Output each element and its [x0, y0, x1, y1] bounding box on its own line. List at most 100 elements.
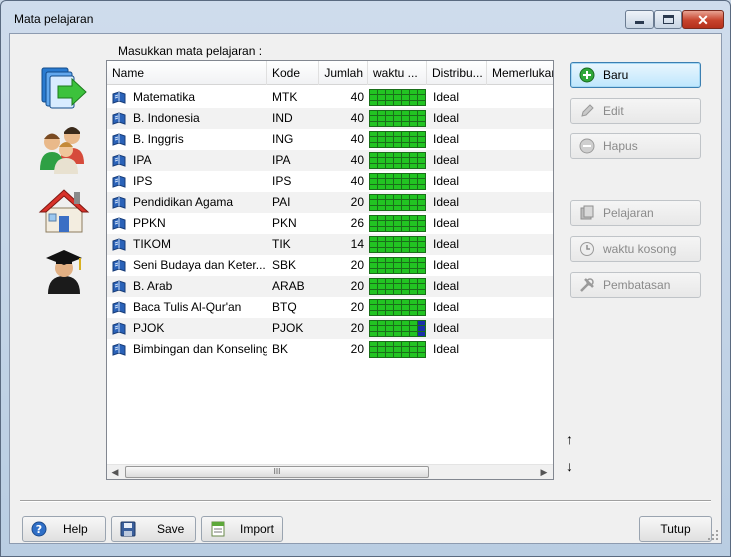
- close-window-button[interactable]: ✕: [682, 10, 724, 29]
- time-slot: [418, 132, 425, 137]
- time-slot: [402, 352, 409, 357]
- constraints-button[interactable]: Pembatasan: [570, 272, 701, 298]
- subject-book-icon: [112, 217, 126, 230]
- time-slot: [410, 279, 417, 284]
- table-row[interactable]: B. Inggris ING 40 Ideal: [107, 129, 553, 150]
- time-slot: [378, 263, 385, 268]
- time-slot: [378, 132, 385, 137]
- subjects-transfer-icon[interactable]: [38, 64, 90, 114]
- subject-name: B. Arab: [133, 279, 173, 293]
- title-bar[interactable]: Mata pelajaran ✕: [1, 1, 730, 33]
- time-slot: [378, 111, 385, 116]
- time-slot: [370, 279, 377, 284]
- table-row[interactable]: B. Indonesia IND 40 Ideal: [107, 108, 553, 129]
- scroll-thumb[interactable]: III: [125, 466, 429, 478]
- cell-count: 26: [350, 216, 364, 230]
- subject-book-icon: [112, 322, 126, 335]
- time-slot: [402, 163, 409, 168]
- help-button[interactable]: ? Help: [22, 516, 106, 542]
- new-button[interactable]: Baru: [570, 62, 701, 88]
- time-slot: [418, 116, 425, 121]
- table-row[interactable]: Seni Budaya dan Keter... SBK 20 Ideal: [107, 255, 553, 276]
- time-slot: [386, 237, 393, 242]
- time-slot: [410, 205, 417, 210]
- table-row[interactable]: Pendidikan Agama PAI 20 Ideal: [107, 192, 553, 213]
- time-slot: [418, 331, 425, 336]
- time-slot: [402, 95, 409, 100]
- table-row[interactable]: IPA IPA 40 Ideal: [107, 150, 553, 171]
- time-slot: [418, 321, 425, 326]
- time-slot: [394, 184, 401, 189]
- time-slot: [394, 163, 401, 168]
- time-slot: [386, 121, 393, 126]
- cell-count: 20: [350, 342, 364, 356]
- subjects-table[interactable]: Name Kode Jumlah waktu ... Distribu... M…: [106, 60, 554, 480]
- teachers-group-icon[interactable]: [38, 124, 90, 174]
- lessons-button[interactable]: Pelajaran: [570, 200, 701, 226]
- minimize-button[interactable]: [625, 10, 654, 29]
- time-slot: [394, 347, 401, 352]
- time-slot: [394, 179, 401, 184]
- graduate-icon[interactable]: [38, 246, 90, 296]
- table-row[interactable]: IPS IPS 40 Ideal: [107, 171, 553, 192]
- move-down-arrow-icon[interactable]: ↓: [566, 458, 573, 474]
- horizontal-scrollbar[interactable]: ◀ III ▶: [107, 464, 553, 479]
- delete-button[interactable]: Hapus: [570, 133, 701, 159]
- cell-count: 20: [350, 258, 364, 272]
- time-slot: [378, 284, 385, 289]
- column-header-distribusi[interactable]: Distribu...: [427, 61, 487, 85]
- move-up-arrow-icon[interactable]: ↑: [566, 431, 573, 447]
- time-slot: [410, 95, 417, 100]
- cell-code: IND: [272, 111, 293, 125]
- column-header-kode[interactable]: Kode: [267, 61, 319, 85]
- column-header-waktu[interactable]: waktu ...: [368, 61, 427, 85]
- time-slot: [386, 300, 393, 305]
- table-row[interactable]: Matematika MTK 40 Ideal: [107, 87, 553, 108]
- time-slot: [402, 132, 409, 137]
- time-slot: [402, 242, 409, 247]
- edit-button[interactable]: Edit: [570, 98, 701, 124]
- table-row[interactable]: PPKN PKN 26 Ideal: [107, 213, 553, 234]
- time-availability-bar: [369, 341, 426, 358]
- scroll-right-arrow-icon[interactable]: ▶: [536, 465, 552, 479]
- column-header-name[interactable]: Name: [107, 61, 267, 85]
- time-slot: [410, 305, 417, 310]
- time-slot: [418, 221, 425, 226]
- cell-distribution: Ideal: [433, 342, 460, 356]
- table-row[interactable]: PJOK PJOK 20 Ideal: [107, 318, 553, 339]
- free-time-button[interactable]: waktu kosong: [570, 236, 701, 262]
- time-slot: [394, 174, 401, 179]
- cell-distribution: Ideal: [433, 132, 460, 146]
- time-slot: [410, 352, 417, 357]
- time-slot: [386, 132, 393, 137]
- table-row[interactable]: Baca Tulis Al-Qur'an BTQ 20 Ideal: [107, 297, 553, 318]
- resize-grip-icon[interactable]: [707, 529, 719, 541]
- close-button[interactable]: Tutup: [639, 516, 712, 542]
- time-availability-bar: [369, 131, 426, 148]
- cell-distribution: Ideal: [433, 174, 460, 188]
- time-slot: [410, 100, 417, 105]
- save-disk-icon: [120, 521, 136, 537]
- time-slot: [370, 111, 377, 116]
- save-button-label: Save: [157, 522, 185, 536]
- column-header-memerlukan[interactable]: Memerlukan: [487, 61, 553, 85]
- import-button[interactable]: Import: [201, 516, 283, 542]
- table-row[interactable]: Bimbingan dan Konseling BK 20 Ideal: [107, 339, 553, 360]
- time-slot: [370, 221, 377, 226]
- school-house-icon[interactable]: [38, 186, 90, 236]
- time-slot: [402, 263, 409, 268]
- time-slot: [378, 179, 385, 184]
- scroll-left-arrow-icon[interactable]: ◀: [107, 465, 123, 479]
- table-row[interactable]: TIKOM TIK 14 Ideal: [107, 234, 553, 255]
- column-header-jumlah[interactable]: Jumlah: [319, 61, 368, 85]
- maximize-button[interactable]: [654, 10, 682, 29]
- import-sheet-icon: [210, 521, 226, 537]
- table-row[interactable]: B. Arab ARAB 20 Ideal: [107, 276, 553, 297]
- subject-book-icon: [112, 112, 126, 125]
- subject-book-icon: [112, 301, 126, 314]
- time-slot: [378, 200, 385, 205]
- time-slot: [394, 326, 401, 331]
- time-slot: [370, 342, 377, 347]
- save-button[interactable]: Save: [111, 516, 196, 542]
- clock-icon: [579, 241, 595, 257]
